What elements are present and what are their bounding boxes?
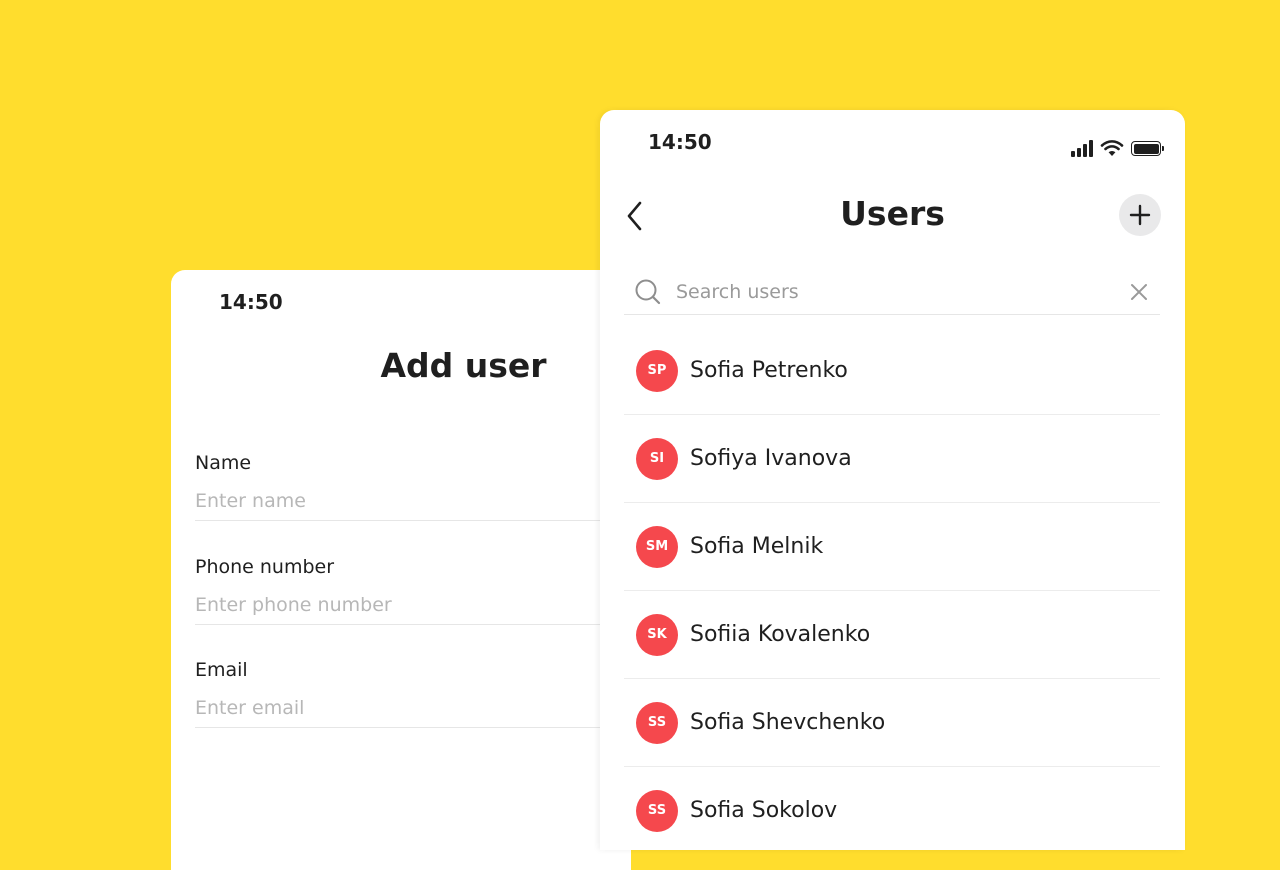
list-item[interactable]: SS Sofia Sokolov [624,767,1160,850]
page-title: Users [840,194,945,233]
user-name: Sofia Sokolov [690,798,838,823]
list-item[interactable]: SK Sofiia Kovalenko [624,591,1160,679]
status-bar-time: 14:50 [219,290,283,314]
avatar: SK [636,613,678,656]
email-field-label: Email [195,659,248,681]
add-user-button[interactable] [1119,194,1161,236]
cellular-signal-icon [1071,140,1093,157]
list-item[interactable]: SS Sofia Shevchenko [624,679,1160,767]
phone-field-label: Phone number [195,556,335,578]
plus-icon [1129,204,1151,226]
name-input[interactable] [195,490,631,521]
user-name: Sofia Melnik [690,534,824,559]
users-screen: 14:50 Users Search users SP Sofia Petren… [600,110,1185,850]
add-user-screen: 14:50 Add user Name Phone number Email [171,270,631,870]
phone-input[interactable] [195,594,631,625]
user-name: Sofia Petrenko [690,358,848,383]
status-bar-time: 14:50 [648,130,712,154]
user-name: Sofia Shevchenko [690,710,886,735]
avatar: SP [636,349,678,392]
name-field-group: Name [195,450,631,521]
email-field-group: Email [195,657,631,728]
avatar: SM [636,525,678,568]
list-item[interactable]: SM Sofia Melnik [624,503,1160,591]
user-name: Sofiya Ivanova [690,446,852,471]
status-bar-icons [1071,137,1164,157]
wifi-icon [1100,140,1124,156]
search-icon [635,279,661,305]
avatar: SS [636,701,678,744]
user-list: SP Sofia Petrenko SI Sofiya Ivanova SM S… [624,327,1160,850]
email-input[interactable] [195,697,631,728]
page-title: Add user [380,346,547,385]
avatar: SS [636,789,678,832]
list-item[interactable]: SI Sofiya Ivanova [624,415,1160,503]
search-bar [624,270,1160,315]
battery-icon [1131,141,1164,156]
user-name: Sofiia Kovalenko [690,622,871,647]
phone-field-group: Phone number [195,554,631,625]
list-item[interactable]: SP Sofia Petrenko [624,327,1160,415]
avatar: SI [636,437,678,480]
search-input[interactable] [676,281,1128,303]
name-field-label: Name [195,452,252,474]
close-icon[interactable] [1128,281,1150,303]
